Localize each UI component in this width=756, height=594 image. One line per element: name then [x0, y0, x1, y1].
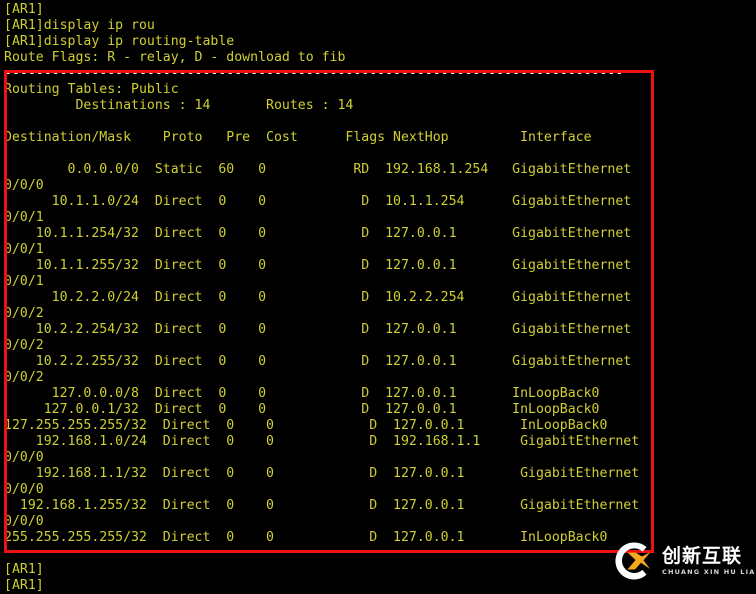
- routing-table-row: 10.1.1.254/32 Direct 0 0 D 127.0.0.1 Gig…: [4, 226, 632, 241]
- terminal-console[interactable]: [AR1] [AR1]display ip rou [AR1]display ip …: [0, 0, 756, 593]
- console-command-line: [AR1]display ip routing-table: [4, 34, 235, 49]
- routing-table-row-continuation: 0/0/0: [4, 450, 44, 465]
- routing-table-row: 127.0.0.0/8 Direct 0 0 D 127.0.0.1 InLoo…: [4, 386, 600, 401]
- routing-table-row: 192.168.1.0/24 Direct 0 0 D 192.168.1.1 …: [4, 434, 640, 449]
- routing-table-row: 10.1.1.255/32 Direct 0 0 D 127.0.0.1 Gig…: [4, 258, 632, 273]
- routing-table-row-continuation: 0/0/1: [4, 210, 44, 225]
- routing-table-row-continuation: 0/0/0: [4, 178, 44, 193]
- watermark: 创新互联 CHUANG XIN HU LIAN: [612, 537, 756, 585]
- console-prompt-line: [AR1]: [4, 578, 44, 593]
- routing-table-row: 10.2.2.0/24 Direct 0 0 D 10.2.2.254 Giga…: [4, 290, 632, 305]
- console-command-line: [AR1]display ip rou: [4, 18, 155, 33]
- console-info-line: Destinations : 14 Routes : 14: [4, 98, 354, 113]
- console-info-line: Routing Tables: Public: [4, 82, 179, 97]
- routing-table-row: 192.168.1.1/32 Direct 0 0 D 127.0.0.1 Gi…: [4, 466, 640, 481]
- watermark-logo-icon: [612, 539, 656, 583]
- watermark-pinyin: CHUANG XIN HU LIAN: [662, 567, 756, 576]
- routing-table-row: 192.168.1.255/32 Direct 0 0 D 127.0.0.1 …: [4, 498, 640, 513]
- console-prompt-line: [AR1]: [4, 2, 44, 17]
- routing-table-row: 10.2.2.255/32 Direct 0 0 D 127.0.0.1 Gig…: [4, 354, 632, 369]
- watermark-text: 创新互联 CHUANG XIN HU LIAN: [662, 544, 756, 576]
- routing-table-row: 0.0.0.0/0 Static 60 0 RD 192.168.1.254 G…: [4, 162, 632, 177]
- routing-table-row-continuation: 0/0/2: [4, 338, 44, 353]
- console-prompt-line: [AR1]: [4, 562, 44, 577]
- routing-table-row: 10.1.1.0/24 Direct 0 0 D 10.1.1.254 Giga…: [4, 194, 632, 209]
- routing-table-row: 127.255.255.255/32 Direct 0 0 D 127.0.0.…: [4, 418, 608, 433]
- routing-table-row-continuation: 0/0/2: [4, 370, 44, 385]
- routing-table-row-continuation: 0/0/0: [4, 482, 44, 497]
- routing-table-header-row: Destination/Mask Proto Pre Cost Flags Ne…: [4, 130, 592, 145]
- routing-table-row-continuation: 0/0/1: [4, 242, 44, 257]
- routing-table-row: 255.255.255.255/32 Direct 0 0 D 127.0.0.…: [4, 530, 608, 545]
- console-info-line: Route Flags: R - relay, D - download to …: [4, 50, 346, 65]
- routing-table-row: 10.2.2.254/32 Direct 0 0 D 127.0.0.1 Gig…: [4, 322, 632, 337]
- console-separator-line: ----------------------------------------…: [4, 66, 624, 81]
- routing-table-row-continuation: 0/0/0: [4, 514, 44, 529]
- routing-table-row: 127.0.0.1/32 Direct 0 0 D 127.0.0.1 InLo…: [4, 402, 600, 417]
- routing-table-row-continuation: 0/0/2: [4, 306, 44, 321]
- routing-table-row-continuation: 0/0/1: [4, 274, 44, 289]
- watermark-chinese: 创新互联: [662, 544, 743, 567]
